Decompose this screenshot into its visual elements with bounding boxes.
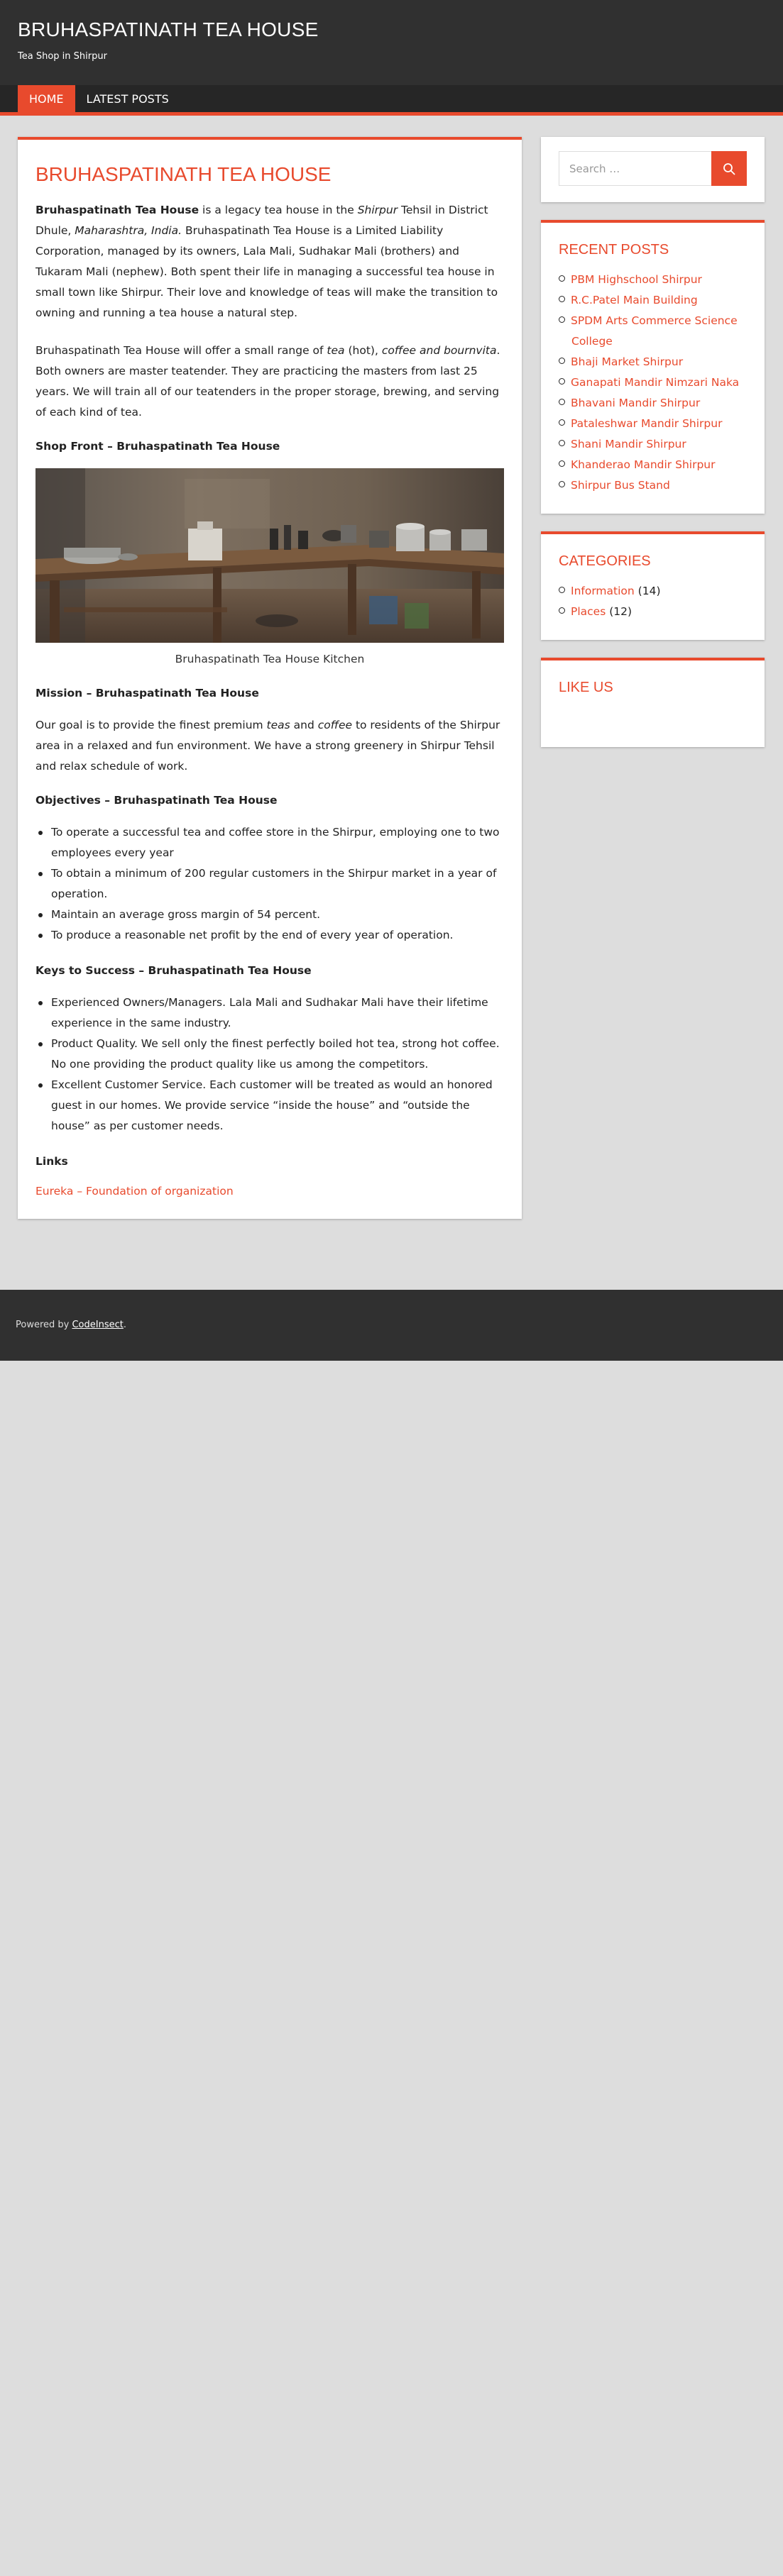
- categories-widget: CATEGORIES Information (14) Places (12): [541, 531, 765, 640]
- objectives-heading: Objectives – Bruhaspatinath Tea House: [35, 794, 278, 807]
- main-navigation: HOME LATEST POSTS: [0, 85, 783, 116]
- list-item: Places (12): [559, 602, 747, 622]
- mission-italic-1: teas: [266, 719, 290, 731]
- search-button[interactable]: [711, 151, 747, 186]
- bullet-circle-icon: [559, 378, 565, 385]
- recent-post-link[interactable]: Ganapati Mandir Nimzari Naka: [571, 376, 739, 389]
- list-item: Pataleshwar Mandir Shirpur: [559, 414, 747, 434]
- list-item: R.C.Patel Main Building: [559, 290, 747, 311]
- search-input[interactable]: [559, 151, 711, 186]
- categories-list: Information (14) Places (12): [559, 581, 747, 622]
- recent-post-link[interactable]: Shani Mandir Shirpur: [571, 438, 686, 450]
- category-count: (14): [637, 585, 661, 597]
- intro-bold: Bruhaspatinath Tea House: [35, 204, 199, 216]
- list-item: Experienced Owners/Managers. Lala Mali a…: [35, 993, 504, 1034]
- bullet-circle-icon: [559, 587, 565, 593]
- main-article: BRUHASPATINATH TEA HOUSE Bruhaspatinath …: [18, 137, 522, 1219]
- list-item: To produce a reasonable net profit by th…: [35, 925, 504, 946]
- mission-heading: Mission – Bruhaspatinath Tea House: [35, 687, 259, 700]
- footer-suffix: .: [123, 1320, 126, 1330]
- mission-text-1: Our goal is to provide the finest premiu…: [35, 719, 267, 731]
- search-icon: [723, 162, 735, 175]
- list-item: To obtain a minimum of 200 regular custo…: [35, 863, 504, 905]
- recent-post-link[interactable]: Bhavani Mandir Shirpur: [571, 397, 700, 409]
- list-item: Information (14): [559, 581, 747, 602]
- recent-post-link[interactable]: Shirpur Bus Stand: [571, 479, 670, 492]
- bullet-circle-icon: [559, 607, 565, 614]
- offer-text-1: Bruhaspatinath Tea House will offer a sm…: [35, 344, 327, 357]
- list-item: Khanderao Mandir Shirpur: [559, 455, 747, 475]
- intro-paragraph: Bruhaspatinath Tea House is a legacy tea…: [35, 200, 504, 324]
- list-item: SPDM Arts Commerce Science College: [559, 311, 747, 352]
- footer-prefix: Powered by: [16, 1320, 72, 1330]
- site-title[interactable]: BRUHASPATINATH TEA HOUSE: [18, 18, 765, 41]
- bullet-circle-icon: [559, 481, 565, 487]
- footer-credit-link[interactable]: CodeInsect: [72, 1320, 123, 1330]
- recent-post-link[interactable]: SPDM Arts Commerce Science College: [571, 314, 738, 348]
- like-us-widget: LIKE US: [541, 658, 765, 747]
- list-item: To operate a successful tea and coffee s…: [35, 822, 504, 863]
- list-item: Excellent Customer Service. Each custome…: [35, 1075, 504, 1137]
- objectives-list: To operate a successful tea and coffee s…: [35, 822, 504, 946]
- nav-item-latest-posts[interactable]: LATEST POSTS: [75, 85, 180, 112]
- intro-italic-2: Maharashtra, India.: [75, 224, 182, 237]
- list-item: Ganapati Mandir Nimzari Naka: [559, 372, 747, 393]
- mission-paragraph: Our goal is to provide the finest premiu…: [35, 715, 504, 777]
- photo-caption: Bruhaspatinath Tea House Kitchen: [175, 653, 365, 665]
- offer-italic-1: tea: [327, 344, 345, 357]
- recent-posts-list: PBM Highschool Shirpur R.C.Patel Main Bu…: [559, 270, 747, 496]
- site-footer: Powered by CodeInsect.: [0, 1290, 783, 1361]
- mission-italic-2: coffee: [317, 719, 353, 731]
- recent-posts-title: RECENT POSTS: [559, 242, 669, 258]
- search-widget: [541, 137, 765, 202]
- kitchen-photo: [35, 468, 504, 643]
- list-item: PBM Highschool Shirpur: [559, 270, 747, 290]
- category-link-information[interactable]: Information: [571, 585, 635, 597]
- offer-text-2: (hot),: [344, 344, 382, 357]
- categories-title: CATEGORIES: [559, 553, 651, 569]
- intro-text-1: is a legacy tea house in the: [199, 204, 358, 216]
- recent-post-link[interactable]: Bhaji Market Shirpur: [571, 355, 683, 368]
- offer-italic-2: coffee and bournvita: [381, 344, 497, 357]
- sidebar: RECENT POSTS PBM Highschool Shirpur R.C.…: [541, 137, 765, 765]
- nav-item-home[interactable]: HOME: [18, 85, 75, 112]
- category-count: (12): [609, 605, 633, 618]
- keys-list: Experienced Owners/Managers. Lala Mali a…: [35, 993, 504, 1137]
- mission-text-2: and: [290, 719, 318, 731]
- recent-posts-widget: RECENT POSTS PBM Highschool Shirpur R.C.…: [541, 220, 765, 514]
- intro-italic-1: Shirpur: [357, 204, 398, 216]
- links-heading: Links: [35, 1155, 68, 1168]
- keys-heading: Keys to Success – Bruhaspatinath Tea Hou…: [35, 964, 312, 977]
- site-header: BRUHASPATINATH TEA HOUSE Tea Shop in Shi…: [0, 0, 783, 85]
- page-title: BRUHASPATINATH TEA HOUSE: [35, 163, 332, 185]
- bullet-circle-icon: [559, 296, 565, 302]
- recent-post-link[interactable]: Khanderao Mandir Shirpur: [571, 458, 715, 471]
- bullet-circle-icon: [559, 419, 565, 426]
- shop-front-heading: Shop Front – Bruhaspatinath Tea House: [35, 440, 280, 453]
- bullet-circle-icon: [559, 275, 565, 282]
- site-description: Tea Shop in Shirpur: [18, 51, 107, 62]
- offer-paragraph: Bruhaspatinath Tea House will offer a sm…: [35, 341, 504, 423]
- list-item: Shirpur Bus Stand: [559, 475, 747, 496]
- list-item: Shani Mandir Shirpur: [559, 434, 747, 455]
- bullet-circle-icon: [559, 460, 565, 467]
- recent-post-link[interactable]: PBM Highschool Shirpur: [571, 273, 702, 286]
- list-item: Maintain an average gross margin of 54 p…: [35, 905, 504, 925]
- intro-text-3: Bruhaspatinath Tea House is a Limited Li…: [35, 224, 498, 319]
- eureka-link[interactable]: Eureka – Foundation of organization: [35, 1185, 234, 1198]
- category-link-places[interactable]: Places: [571, 605, 606, 618]
- recent-post-link[interactable]: R.C.Patel Main Building: [571, 294, 698, 306]
- like-us-title: LIKE US: [559, 680, 613, 695]
- list-item: Product Quality. We sell only the finest…: [35, 1034, 504, 1075]
- bullet-circle-icon: [559, 399, 565, 405]
- recent-post-link[interactable]: Pataleshwar Mandir Shirpur: [571, 417, 722, 430]
- list-item: Bhaji Market Shirpur: [559, 352, 747, 372]
- bullet-circle-icon: [559, 440, 565, 446]
- bullet-circle-icon: [559, 358, 565, 364]
- bullet-circle-icon: [559, 316, 565, 323]
- list-item: Bhavani Mandir Shirpur: [559, 393, 747, 414]
